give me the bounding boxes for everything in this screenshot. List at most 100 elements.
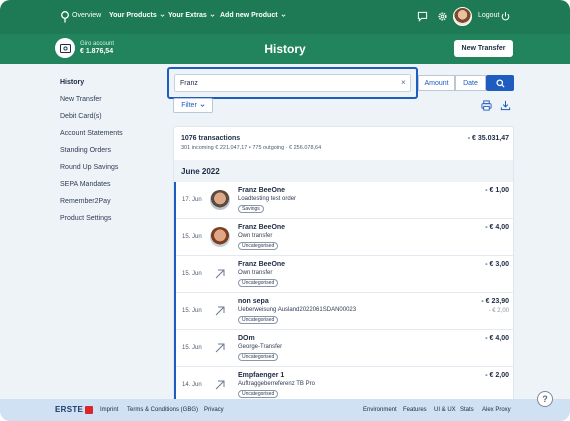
- arrow-out-icon: [215, 306, 225, 316]
- arrow-out-icon: [215, 380, 225, 390]
- footer-link-features[interactable]: Features: [403, 407, 427, 413]
- selection-bar: [174, 293, 176, 330]
- category-tag[interactable]: Uncategorised: [238, 390, 279, 398]
- selection-bar: [174, 330, 176, 367]
- footer-link-imprint[interactable]: Imprint: [100, 407, 118, 413]
- transaction-amount: - € 23,90: [481, 298, 509, 305]
- chevron-down-icon: [200, 104, 205, 107]
- footer: ERSTE Imprint Terms & Conditions (GBG) P…: [0, 399, 570, 421]
- power-icon[interactable]: [500, 11, 511, 22]
- category-tag[interactable]: Uncategorised: [238, 279, 279, 287]
- transaction-description: Loadtesting test order: [238, 196, 297, 202]
- clear-search-icon[interactable]: ×: [401, 78, 406, 87]
- filter-button[interactable]: Filter: [173, 98, 213, 113]
- category-tag[interactable]: Savings: [238, 205, 264, 213]
- erste-logo[interactable]: ERSTE: [55, 405, 94, 414]
- transaction-row[interactable]: 15. Jun Franz BeeOne Own transfer Uncate…: [174, 219, 513, 256]
- transaction-row[interactable]: 15. Jun Franz BeeOne Own transfer Uncate…: [174, 256, 513, 293]
- transaction-date: 17. Jun: [182, 197, 202, 203]
- contact-avatar: [210, 190, 230, 210]
- transactions-card: 1076 transactions 301 incoming € 221.047…: [173, 126, 514, 406]
- transaction-description: Auftraggeberreferenz TB Pro: [238, 381, 315, 387]
- new-transfer-button[interactable]: New Transfer: [454, 40, 513, 57]
- logout-button[interactable]: Logout: [478, 12, 499, 19]
- footer-link-environment[interactable]: Environment: [363, 407, 397, 413]
- amount-filter-button[interactable]: Amount: [418, 75, 455, 91]
- nav-add-new-product[interactable]: Add new Product: [220, 12, 286, 19]
- nav-your-products-label: Your Products: [109, 12, 157, 19]
- month-label: June 2022: [181, 167, 220, 176]
- transaction-row[interactable]: 15. Jun non sepa Ueberweisung Ausland202…: [174, 293, 513, 330]
- nav-your-extras[interactable]: Your Extras: [168, 12, 215, 19]
- footer-link-privacy[interactable]: Privacy: [204, 407, 224, 413]
- selection-bar: [174, 219, 176, 256]
- transaction-amount: - € 1,00: [485, 187, 509, 194]
- nav-your-products[interactable]: Your Products: [109, 12, 165, 19]
- transaction-name: Franz BeeOne: [238, 224, 286, 231]
- download-icon[interactable]: [500, 100, 511, 111]
- transaction-fee: - € 2,00: [488, 308, 509, 314]
- logout-label: Logout: [478, 12, 500, 19]
- date-filter-button[interactable]: Date: [455, 75, 486, 91]
- transaction-date: 14. Jun: [182, 382, 202, 388]
- user-avatar[interactable]: [453, 7, 472, 26]
- gear-icon[interactable]: [437, 11, 448, 22]
- help-button[interactable]: ?: [537, 391, 553, 407]
- search-button[interactable]: [486, 75, 514, 91]
- sidebar: History New Transfer Debit Card(s) Accou…: [55, 74, 165, 227]
- transaction-name: Empfaenger 1: [238, 372, 285, 379]
- transaction-description: Ueberweisung Ausland2022061SDAN00023: [238, 307, 357, 313]
- sidebar-item-standing-orders[interactable]: Standing Orders: [55, 142, 165, 159]
- search-input[interactable]: [174, 74, 411, 92]
- footer-link-alex-proxy[interactable]: Alex Proxy: [482, 407, 511, 413]
- sidebar-item-new-transfer[interactable]: New Transfer: [55, 91, 165, 108]
- sidebar-item-sepa-mandates[interactable]: SEPA Mandates: [55, 176, 165, 193]
- category-tag[interactable]: Uncategorised: [238, 353, 279, 361]
- category-tag[interactable]: Uncategorised: [238, 242, 279, 250]
- app-frame: Overview Your Products Your Extras Add n…: [0, 0, 570, 421]
- erste-wordmark: ERSTE: [55, 405, 84, 414]
- sidebar-item-debit-cards[interactable]: Debit Card(s): [55, 108, 165, 125]
- george-logo-icon[interactable]: [60, 11, 70, 23]
- nav-overview-label: Overview: [72, 12, 102, 19]
- sidebar-item-account-statements[interactable]: Account Statements: [55, 125, 165, 142]
- transaction-amount: - € 4,00: [485, 335, 509, 342]
- transaction-description: Own transfer: [238, 233, 273, 239]
- transaction-date: 15. Jun: [182, 308, 202, 314]
- category-tag[interactable]: Uncategorised: [238, 316, 279, 324]
- print-icon[interactable]: [481, 100, 492, 111]
- sidebar-item-history[interactable]: History: [55, 74, 165, 91]
- selection-bar: [174, 182, 176, 219]
- chevron-down-icon: [210, 14, 215, 17]
- chevron-down-icon: [281, 14, 286, 17]
- selection-bar: [174, 256, 176, 293]
- sidebar-item-product-settings[interactable]: Product Settings: [55, 210, 165, 227]
- transaction-amount: - € 4,00: [485, 224, 509, 231]
- transaction-amount: - € 3,00: [485, 261, 509, 268]
- transaction-row[interactable]: 15. Jun DOm George-Transfer Uncategorise…: [174, 330, 513, 367]
- footer-link-ui-ux[interactable]: UI & UX: [434, 407, 456, 413]
- arrow-out-icon: [215, 269, 225, 279]
- nav-overview[interactable]: Overview: [72, 12, 101, 19]
- transactions-summary: 1076 transactions 301 incoming € 221.047…: [174, 127, 513, 157]
- transactions-breakdown: 301 incoming € 221.047,17 • 775 outgoing…: [181, 145, 322, 151]
- transaction-row[interactable]: 17. Jun Franz BeeOne Loadtesting test or…: [174, 182, 513, 219]
- sidebar-item-remember2pay[interactable]: Remember2Pay: [55, 193, 165, 210]
- transaction-name: non sepa: [238, 298, 269, 305]
- sidebar-item-round-up-savings[interactable]: Round Up Savings: [55, 159, 165, 176]
- transaction-amount: - € 2,00: [485, 372, 509, 379]
- transaction-name: Franz BeeOne: [238, 261, 286, 268]
- month-header: June 2022: [174, 160, 513, 182]
- search-focus-ring: ×: [167, 67, 418, 99]
- footer-link-stats[interactable]: Stats: [460, 407, 474, 413]
- chat-icon[interactable]: [417, 11, 428, 22]
- arrow-out-icon: [215, 343, 225, 353]
- transaction-description: George-Transfer: [238, 344, 283, 350]
- transaction-date: 15. Jun: [182, 345, 202, 351]
- filter-label: Filter: [181, 102, 197, 109]
- nav-your-extras-label: Your Extras: [168, 12, 207, 19]
- transactions-count: 1076 transactions: [181, 135, 241, 142]
- transaction-date: 15. Jun: [182, 234, 202, 240]
- transaction-description: Own transfer: [238, 270, 273, 276]
- footer-link-terms[interactable]: Terms & Conditions (GBG): [127, 407, 198, 413]
